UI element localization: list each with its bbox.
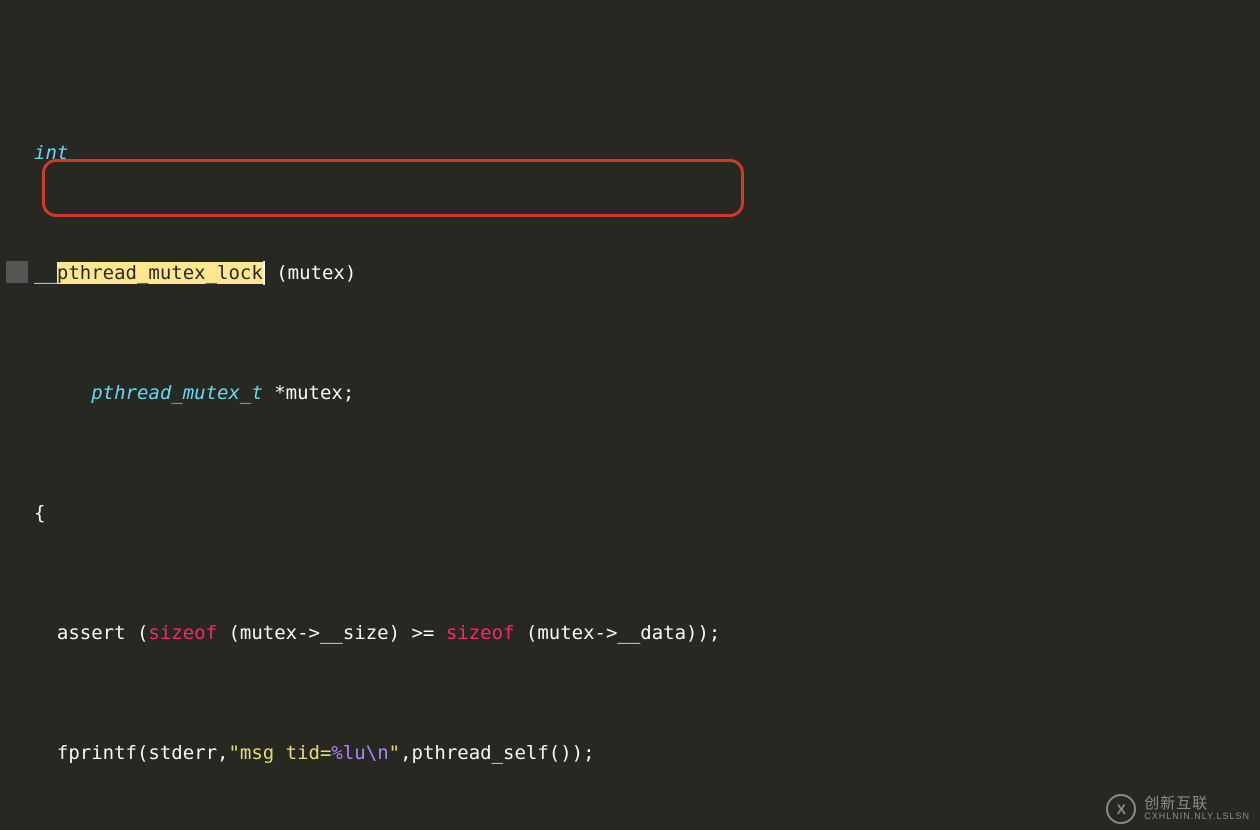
token-escape: %lu: [331, 742, 365, 764]
token-int: int: [34, 142, 68, 164]
token-plain: (mutex->__data));: [514, 622, 720, 644]
highlight-box: [42, 159, 744, 217]
token-plain: (mutex): [265, 262, 357, 284]
token-sizeof: sizeof: [446, 622, 515, 644]
token-plain: assert (: [34, 622, 148, 644]
token-plain: ,pthread_self());: [400, 742, 594, 764]
token-plain: fprintf(stderr,: [34, 742, 228, 764]
token-plain: *mutex;: [263, 382, 355, 404]
token-plain: (mutex->__size) >=: [217, 622, 446, 644]
watermark-logo-icon: X: [1106, 794, 1136, 824]
token-string: "msg tid=: [228, 742, 331, 764]
token-func-highlight: pthread_mutex_lock: [57, 262, 263, 284]
watermark-text-top: 创新互联: [1144, 796, 1250, 812]
token-escape: \n: [366, 742, 389, 764]
token-type: pthread_mutex_t: [91, 382, 263, 404]
watermark: X 创新互联 CXHLNIN.NLY.LSLSN: [1106, 794, 1250, 824]
token-string: ": [389, 742, 400, 764]
code-editor: int __pthread_mutex_lock (mutex) pthread…: [0, 0, 1260, 830]
watermark-text-bottom: CXHLNIN.NLY.LSLSN: [1144, 812, 1250, 821]
token-brace: {: [34, 502, 45, 524]
token-underscore: __: [34, 262, 57, 284]
gutter-mark-icon: [6, 261, 28, 283]
token-sizeof: sizeof: [148, 622, 217, 644]
